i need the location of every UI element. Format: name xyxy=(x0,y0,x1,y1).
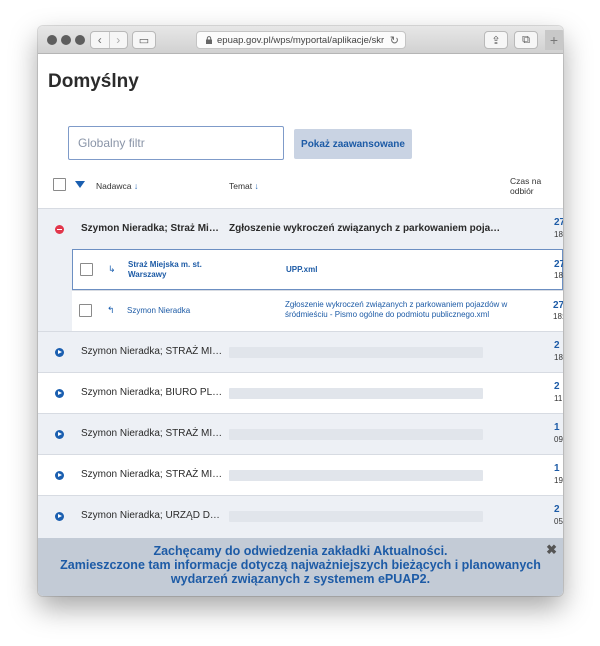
subject-column-header[interactable]: Temat ↓ xyxy=(229,181,259,191)
list-item[interactable]: ↳ Straż Miejska m. st. Warszawy UPP.xml 2… xyxy=(72,249,563,290)
child-sender: Szymon Nieradka xyxy=(127,306,190,316)
list-item[interactable]: ↰ Szymon Nieradka Zgłoszenie wykroczeń z… xyxy=(72,290,563,331)
reply-out-icon: ↰ xyxy=(107,305,115,315)
row-date: 27 xyxy=(554,217,563,228)
zoom-window-icon[interactable] xyxy=(75,35,85,45)
child-time: 18: xyxy=(553,312,563,321)
expand-all-icon[interactable] xyxy=(75,181,85,188)
row-sender: Szymon Nieradka; STRAŻ MI… xyxy=(81,469,223,480)
row-time: 11 xyxy=(554,394,563,403)
row-checkbox[interactable] xyxy=(80,263,93,276)
child-sender: Straż Miejska m. st. Warszawy xyxy=(128,260,202,280)
redacted-subject xyxy=(229,470,483,481)
child-time: 18: xyxy=(554,271,563,280)
row-sender: Szymon Nieradka; STRAŻ MI… xyxy=(81,346,223,357)
child-subject-line1: Zgłoszenie wykroczeń związanych z parkow… xyxy=(285,300,508,309)
table-row[interactable]: Szymon Nieradka; STRAŻ MI… 1 19 xyxy=(38,454,563,495)
child-sender-line1: Straż Miejska m. st. xyxy=(128,260,202,269)
banner-line3: wydarzeń związanych z systemem ePUAP2. xyxy=(170,572,431,586)
global-filter-input[interactable] xyxy=(68,126,284,160)
expand-icon[interactable] xyxy=(55,389,64,398)
expand-icon[interactable] xyxy=(55,512,64,521)
redacted-subject xyxy=(229,388,483,399)
close-icon[interactable]: ✖ xyxy=(546,543,557,557)
received-header-line2: odbiór xyxy=(510,186,534,196)
child-subject[interactable]: UPP.xml xyxy=(286,265,317,275)
expanded-children: ↳ Straż Miejska m. st. Warszawy UPP.xml 2… xyxy=(38,249,563,331)
table-row[interactable]: Szymon Nieradka; STRAŻ MI… 1 09 xyxy=(38,413,563,454)
minimize-window-icon[interactable] xyxy=(61,35,71,45)
row-date: 2 xyxy=(554,381,560,392)
row-sender: Szymon Nieradka; BIURO PL… xyxy=(81,387,223,398)
select-all-checkbox[interactable] xyxy=(53,178,66,191)
lock-icon xyxy=(206,36,212,44)
table-row-expanded[interactable]: Szymon Nieradka; Straż Mi… Zgłoszenie wy… xyxy=(38,208,563,249)
child-sender-line1: Szymon Nieradka xyxy=(127,306,191,315)
subject-header-label: Temat xyxy=(229,181,253,191)
show-advanced-button[interactable]: Pokaż zaawansowane xyxy=(294,129,412,159)
row-sender: Szymon Nieradka; Straż Mi… xyxy=(81,223,219,234)
table-row[interactable]: Szymon Nieradka; BIURO PL… 2 11 xyxy=(38,372,563,413)
address-bar[interactable]: epuap.gov.pl/wps/myportal/aplikacje/skr … xyxy=(196,31,406,49)
sort-arrow-icon: ↓ xyxy=(254,181,259,191)
table-row[interactable]: Szymon Nieradka; URZĄD D… 2 05 xyxy=(38,495,563,538)
child-date: 27 xyxy=(554,259,563,270)
expand-icon[interactable] xyxy=(55,430,64,439)
sender-column-header[interactable]: Nadawca ↓ xyxy=(96,181,138,191)
redacted-subject xyxy=(229,429,483,440)
row-subject: Zgłoszenie wykroczeń związanych z parkow… xyxy=(229,223,501,234)
expand-icon[interactable] xyxy=(55,471,64,480)
row-date: 2 xyxy=(554,340,560,351)
row-time: 18 xyxy=(554,353,563,362)
received-column-header[interactable]: Czas na odbiór xyxy=(510,176,541,196)
url-text: epuap.gov.pl/wps/myportal/aplikacje/skr xyxy=(217,34,385,46)
redacted-subject xyxy=(229,511,483,522)
tabs-overview-button[interactable]: ⧉ xyxy=(514,31,538,49)
reload-icon[interactable]: ↻ xyxy=(390,34,399,47)
row-time: 09 xyxy=(554,435,563,444)
browser-window: ‹ › ▭ epuap.gov.pl/wps/myportal/aplikacj… xyxy=(38,26,563,596)
new-tab-button[interactable]: + xyxy=(545,30,563,50)
child-subject-line2: śródmieściu - Pismo ogólne do podmiotu p… xyxy=(285,310,490,319)
sidebar-toggle-button[interactable]: ▭ xyxy=(132,31,156,49)
row-time: 18 xyxy=(554,230,563,239)
table-header: Nadawca ↓ Temat ↓ Czas na odbiór xyxy=(38,174,563,208)
banner-line2: Zamieszczone tam informacje dotyczą najw… xyxy=(60,558,541,572)
child-sender-line2: Warszawy xyxy=(128,270,167,279)
forward-button[interactable]: › xyxy=(108,32,128,48)
row-time: 05 xyxy=(554,517,563,526)
row-time: 19 xyxy=(554,476,563,485)
history-nav: ‹ › xyxy=(90,31,128,49)
page-title: Domyślny xyxy=(48,71,139,92)
row-sender: Szymon Nieradka; STRAŻ MI… xyxy=(81,428,223,439)
child-date: 27 xyxy=(553,300,563,311)
reply-in-icon: ↳ xyxy=(108,264,116,274)
sort-arrow-icon: ↓ xyxy=(133,181,139,191)
child-subject[interactable]: Zgłoszenie wykroczeń związanych z parkow… xyxy=(285,300,507,320)
row-date: 1 xyxy=(554,463,560,474)
row-sender: Szymon Nieradka; URZĄD D… xyxy=(81,510,220,521)
back-button[interactable]: ‹ xyxy=(91,32,109,48)
collapse-icon[interactable] xyxy=(55,225,64,234)
expand-icon[interactable] xyxy=(55,348,64,357)
sender-header-label: Nadawca xyxy=(96,181,132,191)
banner-line1: Zachęcamy do odwiedzenia zakładki Aktual… xyxy=(153,544,448,558)
browser-titlebar: ‹ › ▭ epuap.gov.pl/wps/myportal/aplikacj… xyxy=(38,26,563,54)
close-window-icon[interactable] xyxy=(47,35,57,45)
received-header-line1: Czas na xyxy=(510,176,542,186)
row-checkbox[interactable] xyxy=(79,304,92,317)
table-row[interactable]: Szymon Nieradka; STRAŻ MI… 2 18 xyxy=(38,331,563,372)
row-date: 1 xyxy=(554,422,560,433)
news-banner: Zachęcamy do odwiedzenia zakładki Aktual… xyxy=(38,538,563,596)
row-date: 2 xyxy=(554,504,560,515)
share-button[interactable]: ⇪ xyxy=(484,31,508,49)
redacted-subject xyxy=(229,347,483,358)
